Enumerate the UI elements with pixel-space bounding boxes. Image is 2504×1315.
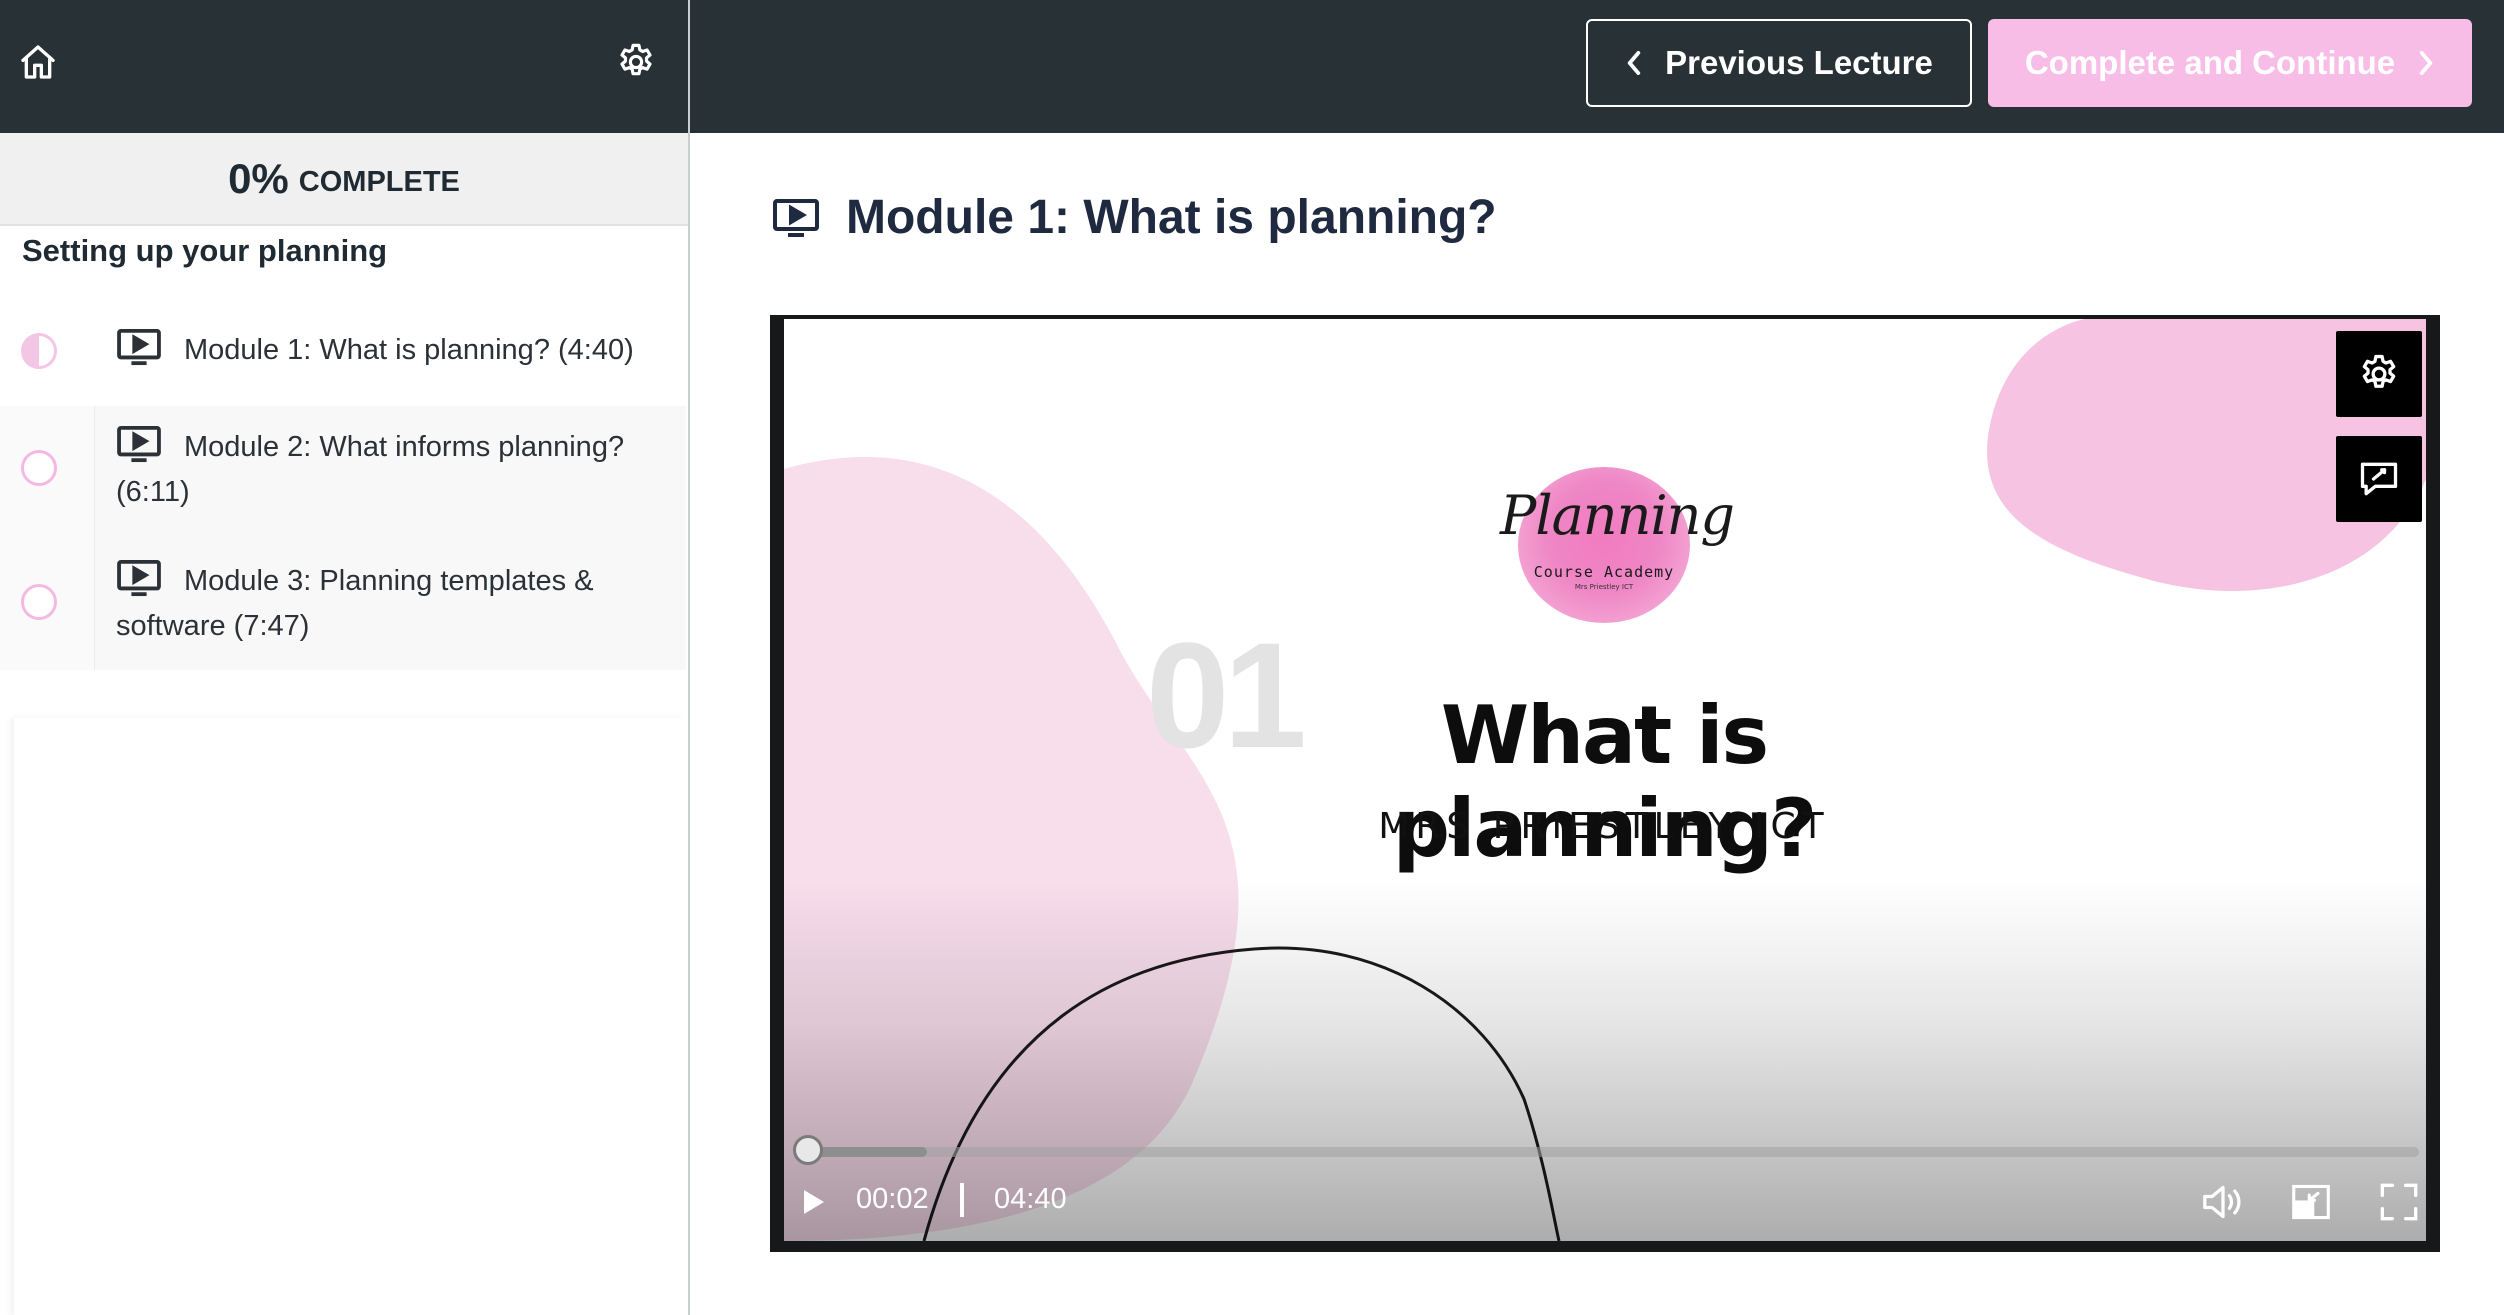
home-button[interactable] [14,38,62,86]
lecture-title: Module 1: What is planning? (4:40) [184,334,634,366]
slide-subtitle: MRS PRIESTLEY ICT [1378,806,1830,847]
settings-button[interactable] [612,38,660,86]
lecture-heading: Module 1: What is planning? [772,190,1497,245]
lecture-title-heading: Module 1: What is planning? [846,191,1497,244]
progress-percent: 0% [228,154,289,202]
fullscreen-button[interactable] [2376,1180,2422,1224]
current-time: 00:02 [856,1183,929,1215]
previous-lecture-button[interactable]: Previous Lecture [1586,19,1972,107]
player-captions-button[interactable] [2336,436,2422,522]
lecture-title-container: Module 1: What is planning? (4:40) [116,328,646,373]
previous-lecture-label: Previous Lecture [1665,44,1933,81]
video-lecture-icon [117,559,161,597]
logo-script-text: Planning [1500,484,1735,547]
video-lecture-icon [117,425,161,463]
sidebar-empty-area [14,718,686,1315]
lecture-title-container: Module 2: What informs planning? (6:11) [116,425,646,515]
chevron-right-icon [2419,51,2433,75]
gear-icon [620,43,652,76]
seek-bar[interactable] [797,1147,2419,1157]
lecture-item-module-2[interactable]: Module 2: What informs planning? (6:11) [0,406,686,540]
captions-icon [2360,462,2398,496]
lecture-title-container: Module 3: Planning templates & software … [116,559,646,649]
video-frame: Planning Course Academy Mrs Priestley IC… [784,319,2426,1241]
gear-icon [2362,354,2396,388]
course-progress: 0% COMPLETE [0,133,688,226]
section-title: Setting up your planning [22,233,388,268]
slide-title: What is planning? [1392,689,1818,875]
volume-button[interactable] [2200,1180,2246,1224]
video-lecture-icon [117,328,161,366]
picture-in-picture-button[interactable] [2288,1180,2334,1224]
play-icon [804,1190,824,1214]
complete-and-continue-button[interactable]: Complete and Continue [1988,19,2472,107]
duration: 04:40 [994,1183,1067,1215]
lecture-title: Module 2: What informs planning? (6:11) [116,431,625,508]
time-separator [960,1183,964,1217]
player-settings-button[interactable] [2336,331,2422,417]
lecture-title: Module 3: Planning templates & software … [116,565,594,642]
progress-label: COMPLETE [298,166,460,198]
volume-icon [2203,1185,2241,1219]
complete-and-continue-label: Complete and Continue [2024,44,2396,81]
fullscreen-icon [2380,1183,2418,1221]
video-player[interactable]: Planning Course Academy Mrs Priestley IC… [770,315,2440,1252]
not-started-status-icon [21,584,57,620]
not-started-status-icon [21,450,57,486]
logo-tagline: Mrs Priestley ICT [1574,583,1634,591]
sidebar-divider [688,0,690,1315]
play-button[interactable] [794,1182,834,1222]
lecture-item-module-3[interactable]: Module 3: Planning templates & software … [0,540,686,670]
picture-in-picture-icon [2292,1184,2330,1220]
lecture-item-module-1[interactable]: Module 1: What is planning? (4:40) [0,298,686,404]
video-lecture-icon [773,198,819,237]
logo-subtitle: Course Academy [1533,563,1675,581]
in-progress-status-icon [21,333,57,369]
chevron-left-icon [1627,51,1641,75]
home-icon [21,45,55,79]
